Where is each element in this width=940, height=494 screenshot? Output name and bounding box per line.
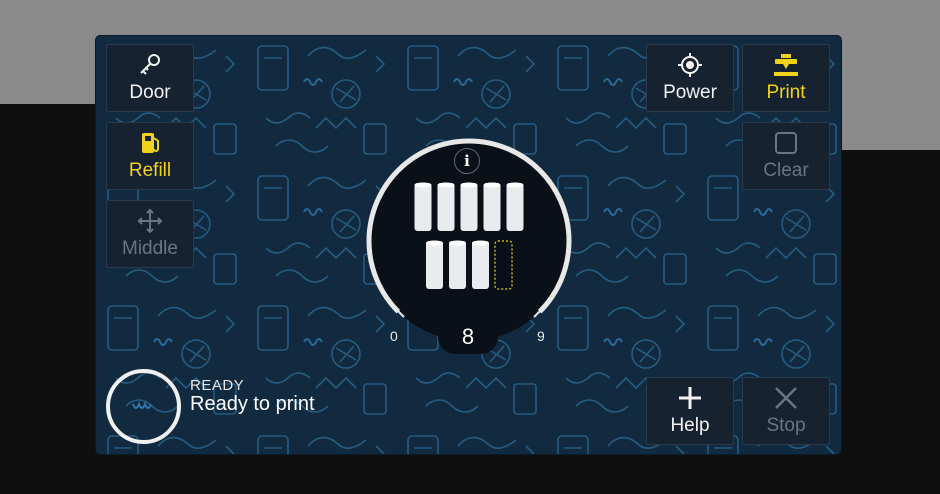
power-target-icon (676, 52, 704, 78)
gauge-max-label: 9 (537, 328, 545, 344)
cartridge-slot-filled (414, 182, 432, 231)
clear-button[interactable]: Clear (742, 122, 830, 190)
stop-button[interactable]: Stop (742, 377, 830, 445)
status-message: Ready to print (190, 393, 315, 415)
cartridge-count: 8 (438, 320, 498, 354)
x-icon (772, 385, 800, 411)
cartridge-slot-filled (483, 182, 501, 231)
right-gray-block (840, 104, 940, 150)
status-state: READY (190, 377, 245, 394)
refill-label: Refill (128, 160, 172, 181)
middle-label: Middle (122, 238, 178, 259)
refill-button[interactable]: Refill (106, 122, 194, 190)
plus-icon (676, 385, 704, 411)
stop-label: Stop (766, 415, 806, 436)
cartridge-slot-filled (506, 182, 524, 231)
print-button[interactable]: Print (742, 44, 830, 112)
cartridge-slot-filled (437, 182, 455, 231)
move-arrows-icon (136, 208, 164, 234)
print-label: Print (766, 82, 806, 103)
power-label: Power (663, 82, 717, 103)
help-button[interactable]: Help (646, 377, 734, 445)
door-label: Door (129, 82, 171, 103)
printer-nozzle-icon (772, 52, 800, 78)
cartridge-slot-filled (426, 240, 443, 289)
square-outline-icon (772, 130, 800, 156)
wave-icon (131, 400, 152, 409)
key-icon (136, 52, 164, 78)
info-button[interactable]: i (454, 148, 480, 174)
middle-button[interactable]: Middle (106, 200, 194, 268)
help-label: Help (670, 415, 710, 436)
cartridge-slot-filled (460, 182, 478, 231)
power-button[interactable]: Power (646, 44, 734, 112)
door-button[interactable]: Door (106, 44, 194, 112)
gauge-min-label: 0 (390, 328, 398, 344)
clear-label: Clear (763, 160, 809, 181)
cartridge-slot-filled (472, 240, 489, 289)
cartridge-slot-filled (449, 240, 466, 289)
fuel-pump-icon (136, 130, 164, 156)
printer-touchscreen: Door Refill Middle Power Print Clear Hel… (96, 36, 841, 454)
status-indicator (106, 369, 181, 444)
